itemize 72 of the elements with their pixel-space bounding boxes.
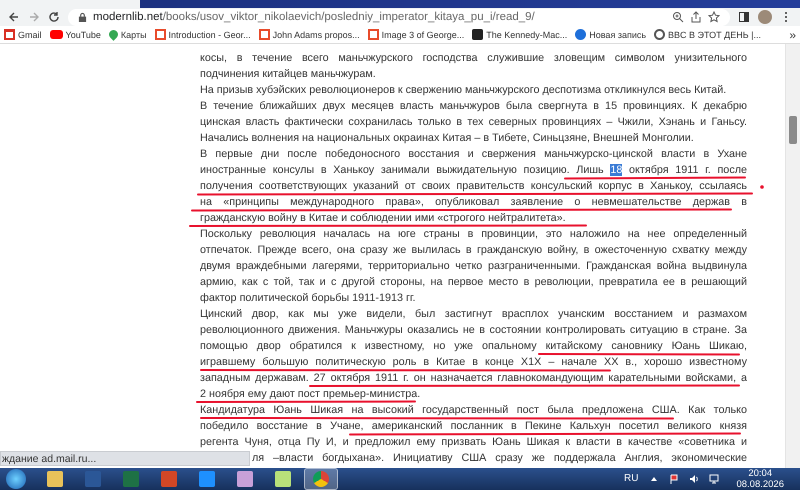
app-icon — [85, 470, 101, 487]
app-icon — [275, 470, 291, 487]
clock-date[interactable]: 08.08.2026 — [736, 478, 784, 490]
text-line: ля –власти богдыхана». Инициативу США сразу же поддержала Англия, экономические — [251, 452, 747, 464]
text-line: получения соответствующих указаний от своих правительств консульский корпус в Ханькоу, ссылаясь — [200, 180, 747, 192]
text-line: фактор политической борьбы 1911-1913 гг. — [200, 292, 417, 304]
lock-icon — [78, 12, 87, 23]
bookmark-link[interactable]: Карты — [108, 30, 147, 40]
more-bookmarks-button[interactable]: » — [789, 28, 796, 42]
status-bubble: ждание ad.mail.ru... — [0, 450, 250, 466]
profile-avatar[interactable] — [758, 10, 772, 24]
bookmark-link[interactable]: Introduction - Geor... — [154, 29, 251, 40]
text-line: На призыв хубэйских революционеров к свержению маньчжурского деспотизма откликнулся весь Китай. — [200, 84, 728, 96]
text-line: победило восстание в Учане, американский посланник в Пекине Кальхун посетил великого князя — [200, 420, 747, 432]
text-line: Начались волнения на национальных окраинах Китая – в Тибете, Синьцзяне, Внешней Монголии. — [200, 132, 695, 144]
app-icon — [161, 470, 177, 487]
text-line: цинская власть фактически сохранилась только в тех северных провинциях – Чжили, Хэнань и Ганьсу. — [200, 116, 747, 128]
star-icon[interactable] — [708, 11, 720, 24]
network-icon[interactable] — [709, 474, 720, 484]
text-line: косы, в течение всего маньчжурского господства служившие зловещим символом унизительного — [200, 52, 747, 64]
text-line: помощью двор обратился к известному, но уже опальному китайскому сановнику Юань Шикаю, — [200, 340, 747, 352]
taskbar-app-button[interactable] — [304, 468, 338, 490]
scrollbar-thumb[interactable] — [789, 116, 797, 144]
text-line: на «принципы международного права», опубликовал заявление о невмешательстве держав в — [200, 196, 747, 208]
page-icon — [368, 29, 379, 40]
text-line: Кандидатура Юань Шикая на высокий государственный пост была предложена США. Как только — [200, 404, 747, 416]
bookmark-link[interactable]: The Kennedy-Mac... — [472, 29, 568, 40]
page-icon — [154, 29, 166, 40]
text-fragment: иностранные консулы в Ханькоу занимали выжидательную позицию. Лишь — [200, 164, 604, 176]
app-icon — [123, 470, 139, 487]
address-bar[interactable]: modernlib.net/books/usov_viktor_nikolaevich/posledniy_imperator_kitaya_pu_i/read_9/ — [68, 8, 730, 26]
app-icon — [237, 470, 253, 487]
text-line: В первые дни после победоносного восстания и свержения маньчжурско-цинской власти в Ухане — [200, 148, 747, 160]
scrollbar[interactable] — [785, 44, 800, 468]
zoom-icon[interactable] — [672, 11, 684, 24]
text-line: отпечаток. Прежде всего, она сразу же вылилась в гражданскую войну, в ожесточенную схватку между — [200, 244, 747, 256]
text-fragment: октября 1911 г. после — [629, 164, 748, 176]
chrome-icon — [313, 470, 329, 487]
bookmark-link[interactable]: BBC В ЭТОТ ДЕНЬ |... — [654, 29, 761, 40]
bookmark-link[interactable]: YouTube — [50, 30, 101, 40]
page-icon — [258, 29, 270, 40]
map-pin-icon — [107, 28, 120, 42]
bookmark-link[interactable]: Image 3 of George... — [368, 29, 464, 40]
bookmark-link[interactable]: John Adams propos... — [258, 29, 360, 40]
share-icon[interactable] — [690, 11, 702, 24]
text-line: 2 ноября ему дают пост премьер-министра. — [200, 388, 422, 400]
flag-icon[interactable] — [669, 474, 680, 484]
text-line: Поскольку революция началась на юге страны в провинции, это наложило на нее определенный — [200, 228, 747, 240]
bookmark-link[interactable]: Gmail — [4, 29, 42, 40]
app-icon — [199, 470, 215, 487]
text-line: армию, как с той, так и с другой стороны, на первое место в революции, превратила ее в решающий — [200, 276, 747, 288]
clock-time[interactable]: 20:04 — [748, 468, 772, 479]
text-line: игравшему большую политическую роль в Китае в конце Х1Х – начале ХХ в., хорошо известному — [200, 356, 747, 368]
text-line: гражданскую войну в Китае и соблюдении ими «строгого нейтралитета». — [200, 212, 567, 224]
back-icon[interactable] — [8, 11, 20, 24]
text-line: западным державам. 27 октября 1911 г. он назначается главнокомандующим карательными войсками, а — [200, 372, 747, 384]
ink-dot — [760, 185, 764, 189]
selected-text: 18 — [610, 164, 622, 176]
text-line: Цинский двор, как мы уже видели, был застигнут врасплох учанским восстанием и размахом — [200, 308, 747, 320]
reload-icon[interactable] — [48, 11, 60, 24]
text-line: двумя враждебными лагерями, территориально четко разграниченными. Гражданская война выдвинула — [200, 260, 747, 272]
side-panel-icon[interactable] — [738, 11, 750, 24]
text-line: В течение ближайших двух месяцев власть маньчжуров была свергнута в 15 провинциях. К декабрю — [200, 100, 747, 112]
app-icon — [47, 470, 63, 487]
text-line: подчинения китайцев маньчжурам. — [200, 68, 377, 80]
text-line: революционного движения. Маньчжуры оказались не в состоянии контролировать ситуацию в стране. За — [200, 324, 747, 336]
speaker-icon[interactable] — [689, 474, 700, 484]
start-button[interactable] — [6, 468, 26, 489]
url-text: modernlib.net/books/usov_viktor_nikolaevich/posledniy_imperator_kitaya_pu_i/read_9/ — [93, 11, 535, 24]
language-indicator[interactable]: RU — [624, 473, 638, 484]
text-line: регента Чуня, отца Пу И, и предложил ему призвать Юань Шикая к власти в качестве «советника и — [200, 436, 747, 448]
bookmark-link[interactable]: Новая запись — [575, 29, 646, 40]
